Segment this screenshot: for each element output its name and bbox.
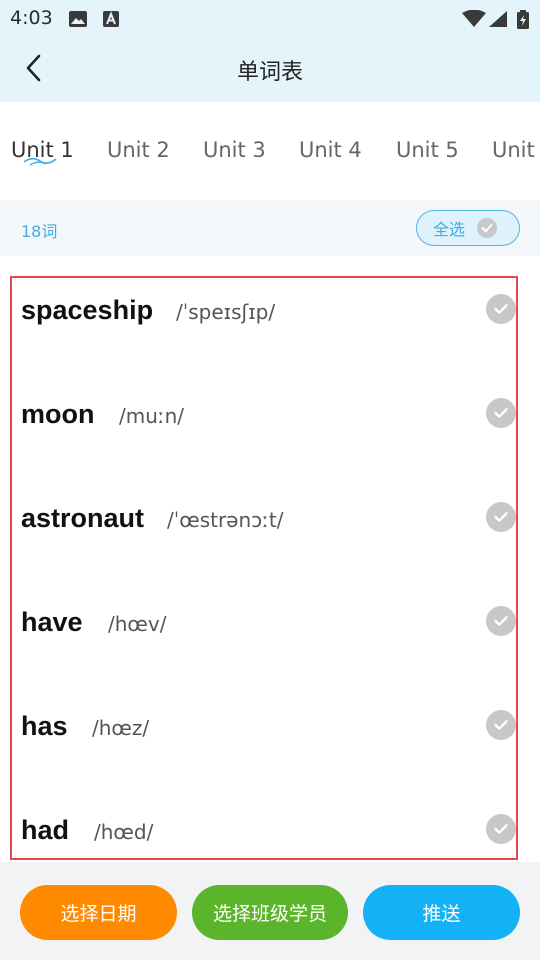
choose-students-button[interactable]: 选择班级学员 <box>192 885 348 940</box>
word-row[interactable]: astronaut /ˈœstrənɔːt/ <box>12 486 516 590</box>
page-title: 单词表 <box>236 60 303 85</box>
word-phonetic: /hœz/ <box>92 716 150 740</box>
word-phonetic: /ˈœstrənɔːt/ <box>167 508 284 532</box>
word-row[interactable]: have /hœv/ <box>12 590 516 694</box>
push-button[interactable]: 推送 <box>363 885 520 940</box>
status-bar: 4:03 <box>0 0 540 36</box>
status-time: 4:03 <box>10 7 53 29</box>
word-count-bar: 18词 全选 <box>0 200 540 256</box>
word-text: had <box>21 815 70 845</box>
word-text: moon <box>21 399 95 429</box>
select-all-label: 全选 <box>433 220 466 239</box>
check-circle-icon[interactable] <box>486 294 516 324</box>
title-bar: 单词表 <box>0 36 540 102</box>
word-phonetic: /hœv/ <box>108 612 167 636</box>
check-circle-icon <box>477 218 498 238</box>
word-phonetic: /ˈspeɪsʃɪp/ <box>176 300 276 324</box>
top-header: 4:03 单词表 <box>0 0 540 102</box>
tab-unit-2[interactable]: Unit 2 <box>107 138 170 162</box>
word-text: spaceship <box>21 295 154 325</box>
bottom-action-bar: 选择日期 选择班级学员 推送 <box>0 862 540 960</box>
text-a-icon <box>102 10 120 33</box>
tab-unit-6[interactable]: Unit <box>492 138 535 162</box>
battery-icon <box>516 10 530 35</box>
check-circle-icon[interactable] <box>486 606 516 636</box>
tab-unit-5[interactable]: Unit 5 <box>396 138 459 162</box>
check-circle-icon[interactable] <box>486 502 516 532</box>
check-circle-icon[interactable] <box>486 398 516 428</box>
word-list: spaceship /ˈspeɪsʃɪp/ moon /muːn/ astron… <box>10 276 518 860</box>
wifi-icon <box>462 9 486 33</box>
word-row[interactable]: moon /muːn/ <box>12 382 516 486</box>
tab-unit-3[interactable]: Unit 3 <box>203 138 266 162</box>
active-tab-indicator <box>23 157 57 166</box>
word-phonetic: /muːn/ <box>119 404 185 428</box>
word-row[interactable]: spaceship /ˈspeɪsʃɪp/ <box>12 278 516 382</box>
tab-unit-4[interactable]: Unit 4 <box>299 138 362 162</box>
choose-date-button[interactable]: 选择日期 <box>20 885 177 940</box>
image-icon <box>68 10 88 33</box>
word-row[interactable]: has /hœz/ <box>12 694 516 798</box>
word-row[interactable]: had /hœd/ <box>12 798 516 858</box>
word-text: has <box>21 711 68 741</box>
signal-icon <box>488 10 508 33</box>
word-text: astronaut <box>21 503 145 533</box>
unit-tabs: Unit 1 Unit 2 Unit 3 Unit 4 Unit 5 Unit <box>0 102 540 200</box>
word-count: 18词 <box>21 222 58 241</box>
check-circle-icon[interactable] <box>486 814 516 844</box>
select-all-button[interactable]: 全选 <box>416 210 520 246</box>
word-text: have <box>21 607 83 637</box>
check-circle-icon[interactable] <box>486 710 516 740</box>
word-phonetic: /hœd/ <box>94 820 154 844</box>
